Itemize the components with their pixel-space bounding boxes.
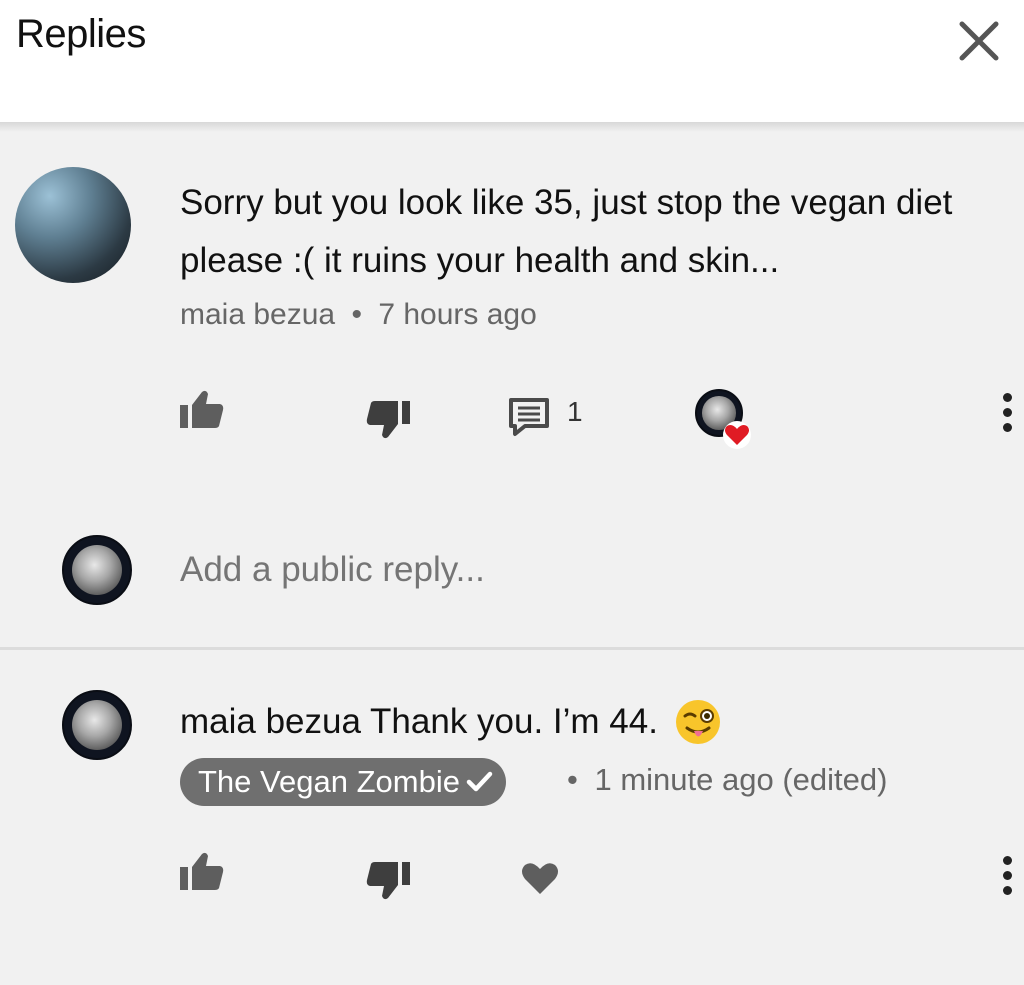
comment-time: 7 hours ago	[378, 298, 537, 331]
divider	[0, 647, 1024, 650]
reply-count: 1	[567, 396, 583, 427]
thumbs-down-icon	[366, 862, 410, 900]
more-vert-icon	[1002, 856, 1012, 865]
verified-check-icon	[466, 771, 493, 792]
reply-more-button[interactable]	[1000, 856, 1014, 901]
author-badge-label: The Vegan Zombie	[198, 764, 460, 799]
heart-icon	[522, 863, 558, 894]
like-button[interactable]	[178, 388, 226, 432]
close-icon	[959, 21, 999, 61]
replies-header: Replies	[0, 0, 1024, 122]
close-button[interactable]	[952, 14, 1006, 68]
creator-heart-icon	[723, 421, 751, 449]
comment-more-button[interactable]	[1000, 393, 1014, 438]
commenter-avatar[interactable]	[15, 167, 131, 283]
reply-text: maia bezua Thank you. I’m 44.	[180, 702, 658, 741]
thumbs-up-icon	[180, 852, 224, 890]
reply-meta: • 1 minute ago (edited)	[567, 762, 887, 798]
meta-separator: •	[351, 298, 362, 331]
public-reply-input[interactable]	[180, 550, 970, 590]
winking-tongue-emoji-icon	[675, 700, 720, 744]
page-title: Replies	[16, 12, 146, 56]
reply-text-row: maia bezua Thank you. I’m 44.	[180, 698, 722, 746]
reply-icon	[509, 398, 549, 436]
thumbs-down-icon	[366, 401, 410, 439]
header-shadow	[0, 122, 1024, 132]
reply-heart-button[interactable]	[520, 860, 560, 896]
thumbs-up-icon	[180, 390, 224, 428]
reply-button[interactable]	[508, 397, 550, 437]
my-avatar	[62, 535, 132, 605]
comment-meta: maia bezua • 7 hours ago	[180, 298, 537, 332]
meta-separator: •	[567, 762, 578, 797]
comment-text: Sorry but you look like 35, just stop th…	[180, 183, 953, 280]
reply-like-button[interactable]	[178, 850, 226, 894]
more-vert-icon	[1002, 393, 1012, 402]
comment-author[interactable]: maia bezua	[180, 298, 335, 331]
dislike-button[interactable]	[364, 397, 412, 441]
reply-time: 1 minute ago (edited)	[594, 762, 888, 797]
reply-dislike-button[interactable]	[364, 858, 412, 902]
author-badge[interactable]: The Vegan Zombie	[180, 758, 506, 806]
reply-author-avatar[interactable]	[62, 690, 132, 760]
